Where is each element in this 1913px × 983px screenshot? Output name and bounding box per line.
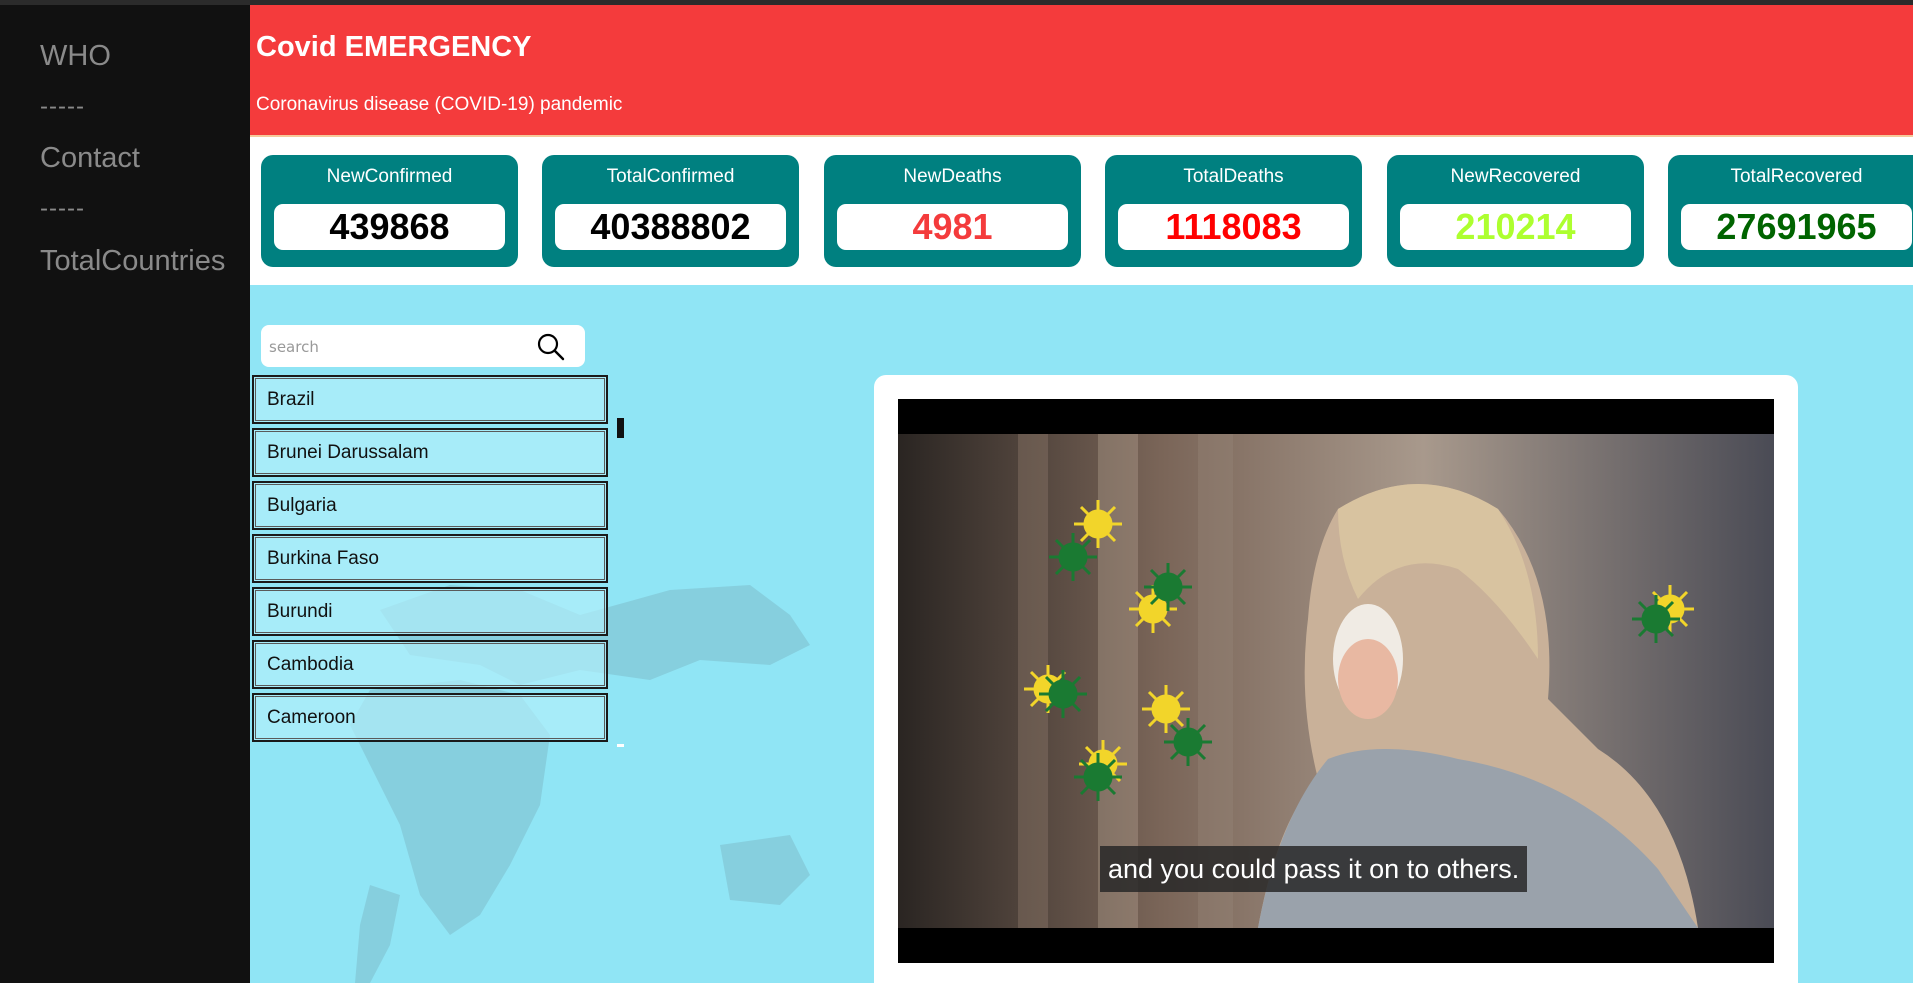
sidebar-separator: ----- [40,195,85,222]
video-caption: and you could pass it on to others. [1100,846,1528,892]
page-subtitle: Coronavirus disease (COVID-19) pandemic [256,94,623,115]
stat-value: 439868 [274,204,505,250]
stat-card-new-recovered: NewRecovered 210214 [1387,155,1644,267]
list-item[interactable]: Brunei Darussalam [252,428,608,477]
stat-label: TotalDeaths [1183,166,1284,187]
list-item[interactable]: Burundi [252,587,608,636]
list-item[interactable]: Burkina Faso [252,534,608,583]
stat-value: 4981 [837,204,1068,250]
video-player[interactable]: and you could pass it on to others. [898,399,1774,963]
stat-card-new-deaths: NewDeaths 4981 [824,155,1081,267]
country-name: Bulgaria [267,495,337,516]
search-input[interactable] [267,331,531,363]
sidebar-separator: ----- [40,93,85,120]
stat-label: NewDeaths [903,166,1002,187]
search-box [261,325,585,367]
stats-bar: NewConfirmed 439868 TotalConfirmed 40388… [250,137,1913,285]
country-name: Brazil [267,389,315,410]
stat-value: 1118083 [1118,204,1349,250]
stat-card-total-confirmed: TotalConfirmed 40388802 [542,155,799,267]
sidebar-item-contact[interactable]: Contact [40,142,140,175]
page-title: Covid EMERGENCY [256,31,532,63]
page-header: Covid EMERGENCY Coronavirus disease (COV… [250,5,1913,135]
sidebar-item-total-countries[interactable]: TotalCountries [40,245,225,278]
stat-value: 40388802 [555,204,786,250]
country-name: Cambodia [267,654,354,675]
video-card: and you could pass it on to others. [874,375,1798,983]
sidebar: WHO ----- Contact ----- TotalCountries [0,5,250,983]
sidebar-item-who[interactable]: WHO [40,40,111,73]
stat-card-new-confirmed: NewConfirmed 439868 [261,155,518,267]
stat-label: NewRecovered [1450,166,1581,187]
list-item[interactable]: Cameroon [252,693,608,742]
country-name: Brunei Darussalam [267,442,429,463]
list-item[interactable]: Brazil [252,375,608,424]
list-scrollbar-end [617,744,624,747]
country-list: Brazil Brunei Darussalam Bulgaria Burkin… [252,375,612,746]
stat-label: TotalRecovered [1730,166,1863,187]
list-item[interactable]: Cambodia [252,640,608,689]
stat-label: NewConfirmed [326,166,453,187]
stat-card-total-recovered: TotalRecovered 27691965 [1668,155,1913,267]
country-name: Burundi [267,601,333,622]
country-name: Cameroon [267,707,356,728]
list-scrollbar-thumb[interactable] [617,418,624,438]
main-content: Brazil Brunei Darussalam Bulgaria Burkin… [250,285,1913,983]
stat-value: 27691965 [1681,204,1912,250]
stat-card-total-deaths: TotalDeaths 1118083 [1105,155,1362,267]
search-icon[interactable] [537,333,565,361]
stat-label: TotalConfirmed [606,166,735,187]
list-item[interactable]: Bulgaria [252,481,608,530]
stat-value: 210214 [1400,204,1631,250]
country-name: Burkina Faso [267,548,379,569]
